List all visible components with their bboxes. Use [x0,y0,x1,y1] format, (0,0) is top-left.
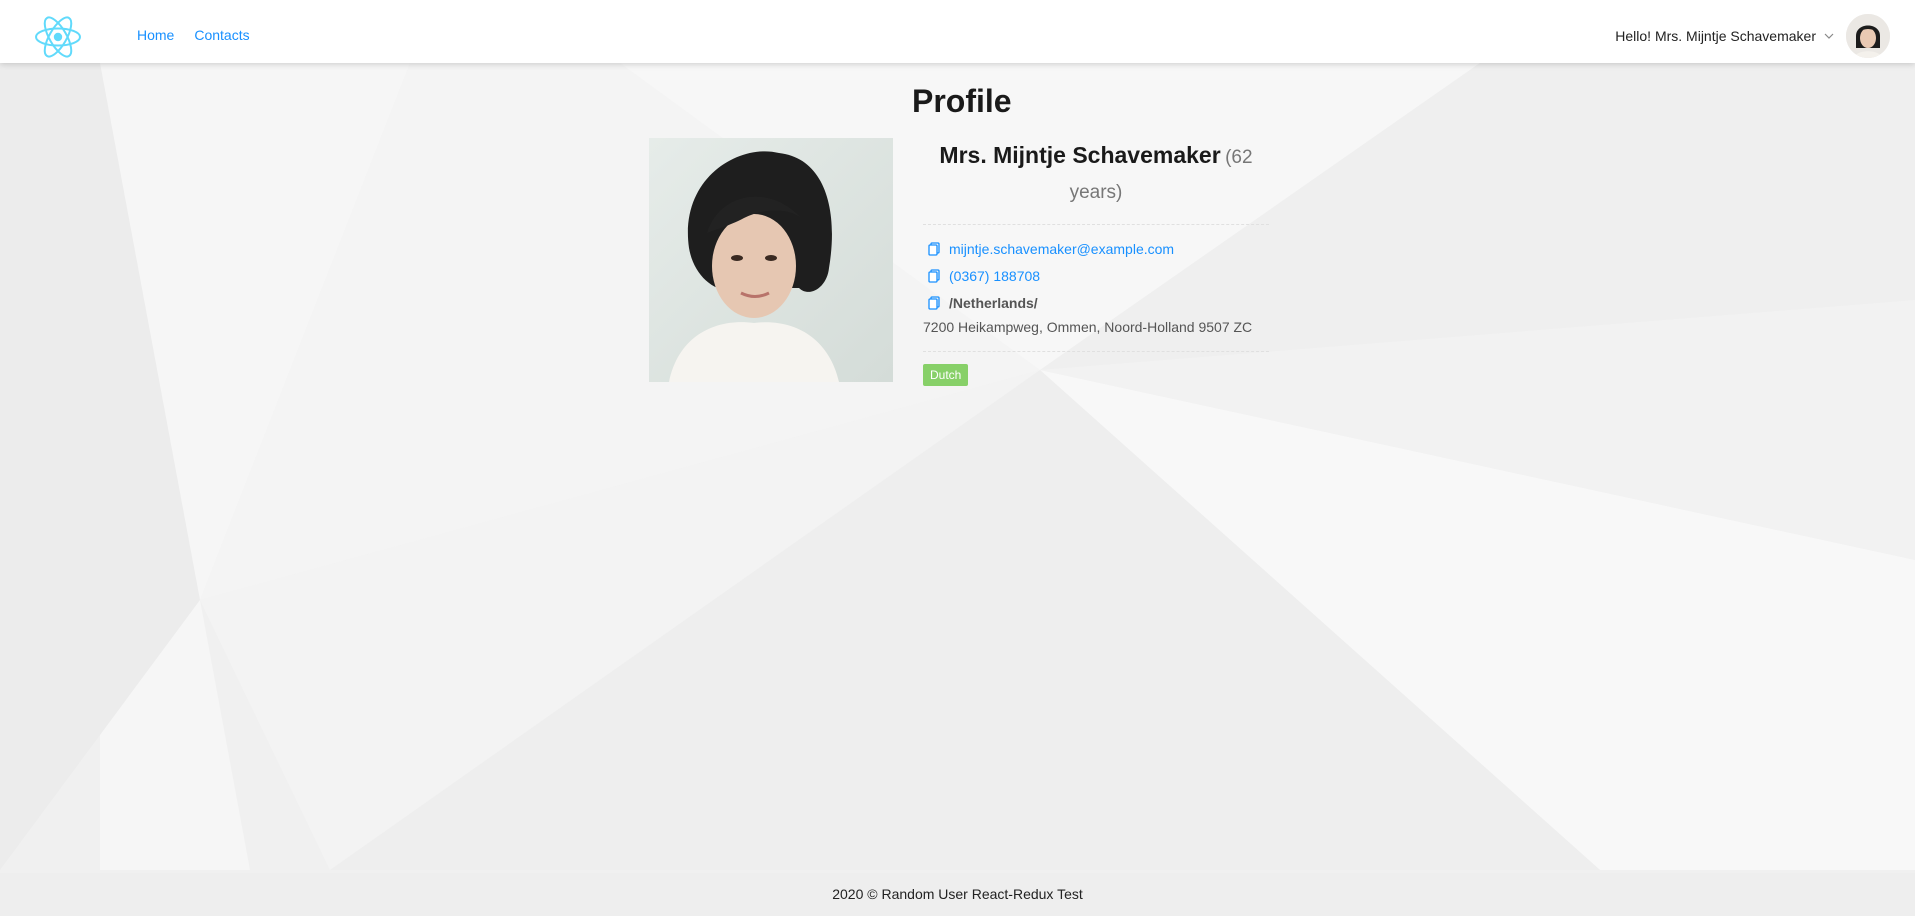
country-row: /Netherlands/ [923,289,1269,316]
contact-list: mijntje.schavemaker@example.com (0367) 1… [923,225,1269,352]
copy-icon[interactable] [927,268,941,283]
footer: 2020 © Random User React-Redux Test [0,873,1915,916]
page-title: Profile [912,83,1012,119]
profile-page: Profile Mrs. Mijntje Schavemaker (62 yea… [0,63,1915,873]
email-link[interactable]: mijntje.schavemaker@example.com [949,241,1174,257]
user-avatar[interactable] [1846,14,1890,58]
top-navbar: Home Contacts Hello! Mrs. Mijntje Schave… [0,0,1915,63]
nav-contacts-link[interactable]: Contacts [194,27,249,43]
phone-row: (0367) 188708 [923,262,1269,289]
profile-country: /Netherlands/ [949,294,1038,311]
phone-link[interactable]: (0367) 188708 [949,268,1040,284]
email-row: mijntje.schavemaker@example.com [923,235,1269,262]
profile-address: 7200 Heikampweg, Ommen, Noord-Holland 95… [923,319,1253,335]
nationality-tag: Dutch [923,364,969,386]
profile-photo [649,138,893,382]
name-block: Mrs. Mijntje Schavemaker (62 years) [923,138,1269,225]
copy-icon[interactable] [927,295,941,310]
user-menu-dropdown[interactable]: Hello! Mrs. Mijntje Schavemaker [1615,14,1890,58]
nav-home-link[interactable]: Home [137,27,174,43]
profile-name: Mrs. Mijntje Schavemaker [939,142,1221,168]
user-greeting[interactable]: Hello! Mrs. Mijntje Schavemaker [1615,28,1816,44]
copy-icon[interactable] [927,241,941,256]
footer-text: 2020 © Random User React-Redux Test [832,886,1083,902]
chevron-down-icon[interactable] [1824,31,1834,41]
react-logo-icon[interactable] [34,13,82,61]
main-nav: Home Contacts [137,27,250,43]
profile-details: Mrs. Mijntje Schavemaker (62 years) mijn… [923,138,1269,386]
